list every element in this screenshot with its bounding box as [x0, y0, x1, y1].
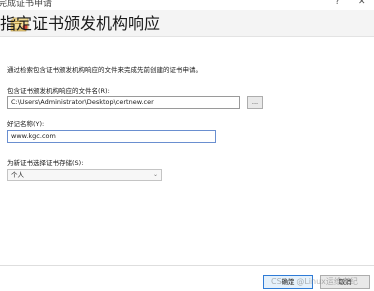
- chevron-down-icon: ⌄: [152, 171, 158, 178]
- watermark-text: CSDN @Linux运维老纪: [271, 277, 358, 286]
- friendly-name-label: 好记名称(Y):: [7, 120, 45, 128]
- header-divider: [0, 36, 374, 37]
- description-text: 通过检索包含证书颁发机构响应的文件来完成先前创建的证书申请。: [7, 66, 202, 74]
- certificate-store-label: 为新证书选择证书存储(S):: [7, 159, 84, 167]
- file-name-label: 包含证书颁发机构响应的文件名(R):: [7, 87, 110, 95]
- window-title: 完成证书申请: [0, 0, 53, 9]
- close-button[interactable]: ✕: [358, 0, 366, 8]
- help-button[interactable]: ?: [335, 0, 340, 8]
- certificate-store-select[interactable]: 个人 ⌄: [7, 169, 162, 181]
- footer-divider: [0, 265, 374, 266]
- page-title: 指定证书颁发机构响应: [0, 14, 161, 33]
- title-bar: 完成证书申请 ? ✕: [0, 0, 374, 10]
- friendly-name-input[interactable]: www.kgc.com: [7, 130, 216, 143]
- browse-button[interactable]: ...: [247, 96, 263, 109]
- file-name-input[interactable]: C:\Users\Administrator\Desktop\certnew.c…: [7, 96, 240, 109]
- certificate-store-value: 个人: [11, 171, 24, 179]
